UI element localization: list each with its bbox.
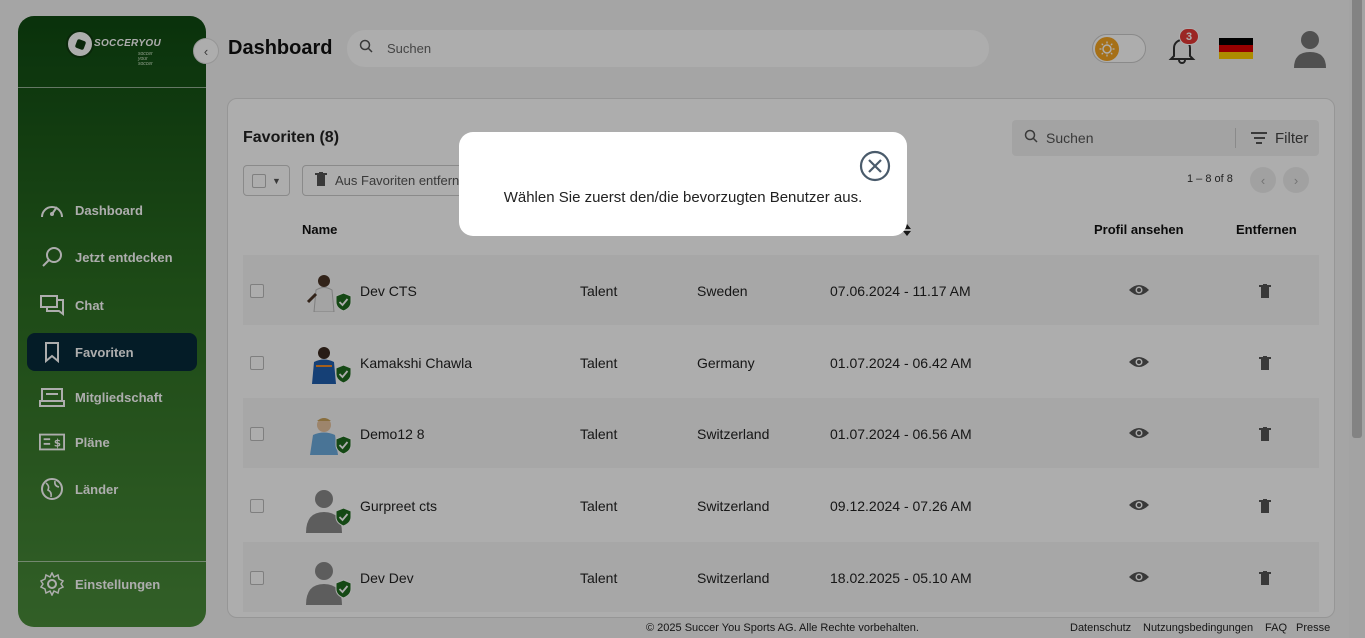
modal-backdrop[interactable] bbox=[0, 0, 1365, 638]
dialog-message: Wählen Sie zuerst den/die bevorzugten Be… bbox=[503, 189, 863, 206]
alert-dialog: Wählen Sie zuerst den/die bevorzugten Be… bbox=[459, 132, 907, 236]
close-icon[interactable] bbox=[859, 150, 891, 182]
